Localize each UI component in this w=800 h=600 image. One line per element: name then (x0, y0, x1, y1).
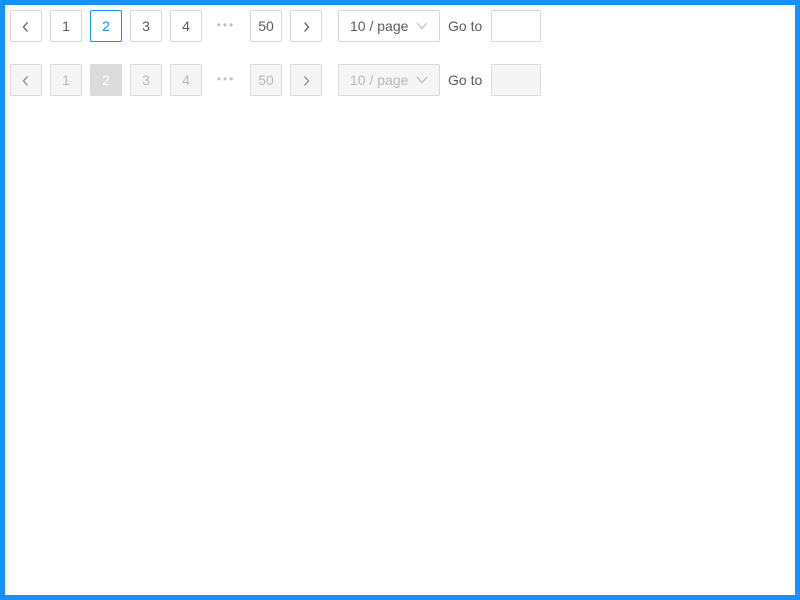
goto-page-input[interactable] (491, 10, 541, 42)
chevron-down-icon (416, 76, 428, 84)
page-item-50: 50 (250, 64, 282, 96)
page-item-50[interactable]: 50 (250, 10, 282, 42)
goto-label: Go to (448, 72, 483, 88)
page-item-1: 1 (50, 64, 82, 96)
chevron-right-icon (304, 76, 310, 86)
prev-page-button[interactable] (10, 10, 42, 42)
page-item-3: 3 (130, 64, 162, 96)
page-size-value: 10 / page (350, 18, 409, 34)
goto-page-input (491, 64, 541, 96)
page-item-1[interactable]: 1 (50, 10, 82, 42)
page-item-4: 4 (170, 64, 202, 96)
chevron-left-icon (22, 22, 28, 32)
jump-next-ellipsis[interactable]: ••• (210, 10, 242, 42)
next-page-button[interactable] (290, 10, 322, 42)
page-item-3[interactable]: 3 (130, 10, 162, 42)
page-frame: 1 2 3 4 ••• 50 10 / page Go to 1 2 3 4 •… (0, 0, 800, 600)
page-size-select[interactable]: 10 / page (338, 10, 440, 42)
page-item-4[interactable]: 4 (170, 10, 202, 42)
page-size-value: 10 / page (350, 72, 409, 88)
goto-label: Go to (448, 18, 483, 34)
pagination-enabled: 1 2 3 4 ••• 50 10 / page Go to (10, 10, 570, 42)
chevron-down-icon (416, 22, 428, 30)
page-item-2-current: 2 (90, 64, 122, 96)
chevron-right-icon (304, 22, 310, 32)
chevron-left-icon (22, 76, 28, 86)
prev-page-button (10, 64, 42, 96)
page-size-select: 10 / page (338, 64, 440, 96)
pagination-disabled: 1 2 3 4 ••• 50 10 / page Go to (10, 64, 570, 96)
jump-next-ellipsis: ••• (216, 72, 236, 86)
page-item-2-current[interactable]: 2 (90, 10, 122, 42)
next-page-button (290, 64, 322, 96)
